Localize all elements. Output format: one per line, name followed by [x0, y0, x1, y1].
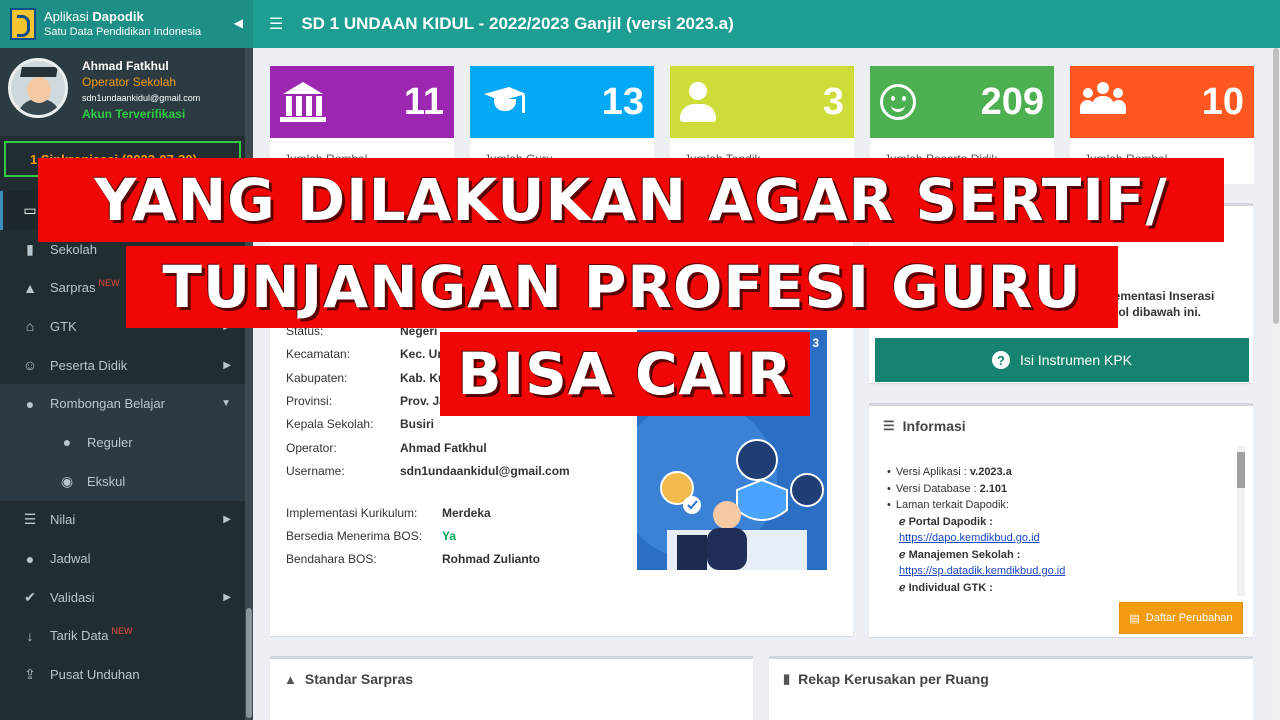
portal-dapodik-link[interactable]: https://dapo.kemdikbud.go.id: [899, 532, 1040, 544]
hamburger-menu-icon[interactable]: ☰: [269, 14, 283, 34]
road-icon: ▲: [284, 671, 297, 687]
sidebar-item-reguler[interactable]: ● Reguler: [0, 423, 253, 462]
main-scrollbar[interactable]: [1272, 48, 1280, 720]
chevron-right-icon: ▶: [223, 359, 231, 371]
top-header: ☰ SD 1 UNDAAN KIDUL - 2022/2023 Ganjil (…: [253, 0, 1280, 48]
avatar: [8, 58, 68, 118]
info-row-operator: Operator: Ahmad Fatkhul: [286, 441, 487, 455]
brand-text: Aplikasi Dapodik Satu Data Pendidikan In…: [44, 9, 201, 39]
users-icon: ●: [25, 395, 35, 412]
list-icon: ▤: [1129, 612, 1140, 625]
banner-line-1: YANG DILAKUKAN AGAR SERTIF/: [38, 158, 1224, 242]
person-icon: [680, 82, 716, 122]
informasi-scrollbar[interactable]: [1237, 446, 1245, 596]
chevron-right-icon: ▶: [223, 514, 231, 526]
sidebar-item-label: Reguler: [87, 434, 133, 450]
sidebar-collapse-icon[interactable]: ◀: [234, 16, 243, 30]
list-icon: ☰: [23, 511, 37, 528]
informasi-title: ☰ Informasi: [883, 418, 966, 434]
upload-icon: ⇪: [24, 666, 36, 683]
user-info: Ahmad Fatkhul Operator Sekolah sdn1undaa…: [82, 58, 200, 126]
sidebar-item-ekskul[interactable]: ◉ Ekskul: [0, 461, 253, 501]
user-verified-status: Akun Terverifikasi: [82, 107, 186, 121]
sidebar-item-label: Sekolah: [50, 241, 97, 257]
chevron-down-icon: ▼: [221, 398, 231, 410]
informasi-box: ☰ Informasi Versi Aplikasi : v.2023.a Ve…: [869, 403, 1253, 637]
info-row-kepala-sekolah: Kepala Sekolah: Busiri: [286, 417, 435, 431]
question-circle-icon: ?: [991, 351, 1010, 369]
stat-value: 3: [822, 80, 844, 123]
stat-value: 13: [601, 80, 644, 123]
rekap-kerusakan-box: ▮ Rekap Kerusakan per Ruang: [769, 656, 1253, 720]
sidebar-item-label: Pusat Unduhan: [50, 667, 140, 683]
sidebar-item-label: Rombongan Belajar: [50, 396, 165, 412]
sidebar-item-rombongan-belajar[interactable]: ● Rombongan Belajar ▼: [0, 384, 253, 424]
sidebar-item-label: Peserta Didik: [50, 357, 128, 373]
stat-value: 11: [403, 80, 444, 123]
stat-value: 10: [1201, 80, 1244, 123]
building-icon: ▮: [26, 240, 34, 257]
info-row-kurikulum: Implementasi Kurikulum: Merdeka: [286, 506, 491, 520]
user-name: Ahmad Fatkhul: [82, 59, 169, 73]
info-row-bos: Bersedia Menerima BOS: Ya: [286, 529, 457, 543]
manajemen-sekolah-link[interactable]: https://sp.datadik.kemdikbud.go.id: [899, 565, 1065, 577]
sidebar-item-nilai[interactable]: ☰ Nilai ▶: [0, 501, 253, 540]
dapodik-logo-icon: [10, 8, 36, 40]
new-badge: NEW: [111, 625, 133, 636]
ie-icon: ℯ: [899, 548, 906, 561]
isi-instrumen-kpk-button[interactable]: ? Isi Instrumen KPK: [875, 338, 1249, 382]
arrow-down-icon: ↓: [26, 627, 34, 644]
sidebar-item-label: Nilai: [50, 512, 76, 528]
page-title: SD 1 UNDAAN KIDUL - 2022/2023 Ganjil (ve…: [301, 14, 734, 33]
sidebar-item-label: Validasi: [50, 589, 95, 605]
sidebar-item-label: Tarik Data: [50, 628, 109, 644]
rekap-kerusakan-title: ▮ Rekap Kerusakan per Ruang: [783, 671, 989, 687]
graduation-cap-icon: ⌂: [25, 318, 35, 335]
stat-value: 209: [980, 80, 1044, 123]
banner-line-2: TUNJANGAN PROFESI GURU: [126, 246, 1118, 328]
road-icon: ▲: [23, 279, 37, 296]
sidebar-item-jadwal[interactable]: ● Jadwal: [0, 539, 253, 578]
group-icon: [1080, 82, 1126, 122]
brand[interactable]: Aplikasi Dapodik Satu Data Pendidikan In…: [0, 0, 253, 48]
banner-line-3: BISA CAIR: [440, 332, 810, 416]
standar-sarpras-title: ▲ Standar Sarpras: [284, 671, 414, 687]
soccer-ball-icon: ◉: [60, 472, 74, 489]
smile-icon: [880, 84, 916, 120]
info-row-username: Username: sdn1undaankidul@gmail.com: [286, 464, 570, 478]
building-icon: ▮: [783, 671, 791, 686]
user-email: sdn1undaankidul@gmail.com: [82, 93, 201, 103]
institution-icon: [280, 82, 326, 122]
sidebar-item-tarik-data[interactable]: ↓ Tarik Data NEW: [0, 617, 253, 656]
illustration-badge: 3: [812, 336, 819, 350]
brand-app-name: Dapodik: [92, 9, 144, 24]
sidebar-item-peserta-didik[interactable]: ☺ Peserta Didik ▶: [0, 346, 253, 385]
informasi-list: Versi Aplikasi : v.2023.a Versi Database…: [896, 464, 1065, 596]
check-icon: ✔: [24, 588, 36, 605]
sidebar-item-label: Ekskul: [87, 473, 126, 489]
user-role: Operator Sekolah: [82, 75, 177, 89]
ie-icon: ℯ: [899, 515, 906, 528]
chevron-right-icon: ▶: [223, 591, 231, 603]
daftar-perubahan-button[interactable]: ▤ Daftar Perubahan: [1119, 602, 1243, 634]
new-badge: NEW: [98, 277, 120, 288]
sidebar: Aplikasi Dapodik Satu Data Pendidikan In…: [0, 0, 253, 720]
info-row-bendahara: Bendahara BOS: Rohmad Zulianto: [286, 552, 540, 566]
list-alt-icon: ☰: [883, 418, 895, 433]
sidebar-item-validasi[interactable]: ✔ Validasi ▶: [0, 578, 253, 617]
brand-subtitle: Satu Data Pendidikan Indonesia: [44, 26, 202, 38]
sidebar-item-label: GTK: [50, 318, 77, 334]
ie-icon: ℯ: [899, 581, 906, 594]
sidebar-item-label: Sarpras: [50, 280, 96, 296]
graduation-cap-icon: [480, 83, 530, 121]
sidebar-scrollbar[interactable]: [245, 48, 253, 720]
sidebar-item-label: Jadwal: [50, 551, 91, 567]
smile-icon: ☺: [22, 357, 38, 374]
user-panel: Ahmad Fatkhul Operator Sekolah sdn1undaa…: [0, 48, 253, 136]
brand-prefix: Aplikasi: [44, 9, 89, 24]
users-icon: ●: [62, 434, 72, 451]
standar-sarpras-box: ▲ Standar Sarpras: [270, 656, 753, 720]
users-icon: ●: [25, 550, 35, 567]
sidebar-item-pusat-unduhan[interactable]: ⇪ Pusat Unduhan: [0, 655, 253, 694]
